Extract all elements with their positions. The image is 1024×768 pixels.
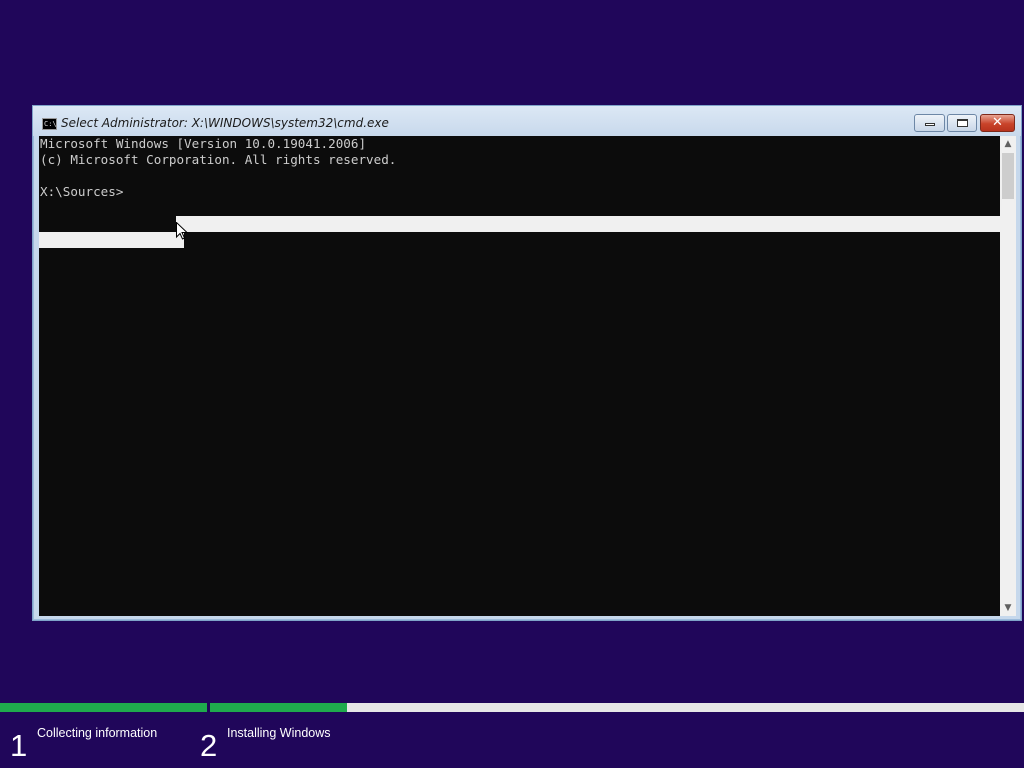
- minimize-icon: [925, 123, 935, 126]
- progress-segment-installing: [210, 703, 347, 712]
- window-title: Select Administrator: X:\WINDOWS\system3…: [61, 116, 389, 130]
- close-button[interactable]: ✕: [980, 114, 1015, 132]
- cmd-window[interactable]: C:\ Select Administrator: X:\WINDOWS\sys…: [32, 105, 1022, 621]
- title-bar[interactable]: C:\ Select Administrator: X:\WINDOWS\sys…: [33, 106, 1021, 136]
- step-label: Collecting information: [37, 726, 158, 740]
- setup-desktop: C:\ Select Administrator: X:\WINDOWS\sys…: [0, 0, 1024, 768]
- maximize-icon: [957, 119, 968, 127]
- console-output[interactable]: Microsoft Windows [Version 10.0.19041.20…: [39, 136, 1000, 616]
- setup-progress-bar: [0, 703, 1024, 712]
- step-label: Installing Windows: [227, 726, 331, 740]
- vertical-scrollbar[interactable]: ▲ ▼: [1000, 136, 1016, 616]
- progress-segment-collecting: [0, 703, 207, 712]
- selection-highlight: [176, 216, 1000, 232]
- step-number: 1: [10, 728, 28, 763]
- maximize-button[interactable]: [947, 114, 977, 132]
- minimize-button[interactable]: [914, 114, 945, 132]
- scroll-down-arrow-icon[interactable]: ▼: [1000, 600, 1016, 616]
- step-number: 2: [200, 728, 218, 763]
- console-line: Microsoft Windows [Version 10.0.19041.20…: [40, 136, 367, 151]
- scroll-up-arrow-icon[interactable]: ▲: [1000, 136, 1016, 152]
- cmd-app-icon: C:\: [42, 118, 57, 130]
- close-icon: ✕: [992, 115, 1003, 130]
- mouse-pointer-icon: [176, 222, 188, 240]
- selection-highlight: [39, 232, 184, 248]
- console-line: (c) Microsoft Corporation. All rights re…: [40, 152, 397, 167]
- command-prompt[interactable]: X:\Sources>: [40, 184, 123, 200]
- scroll-thumb[interactable]: [1002, 153, 1014, 199]
